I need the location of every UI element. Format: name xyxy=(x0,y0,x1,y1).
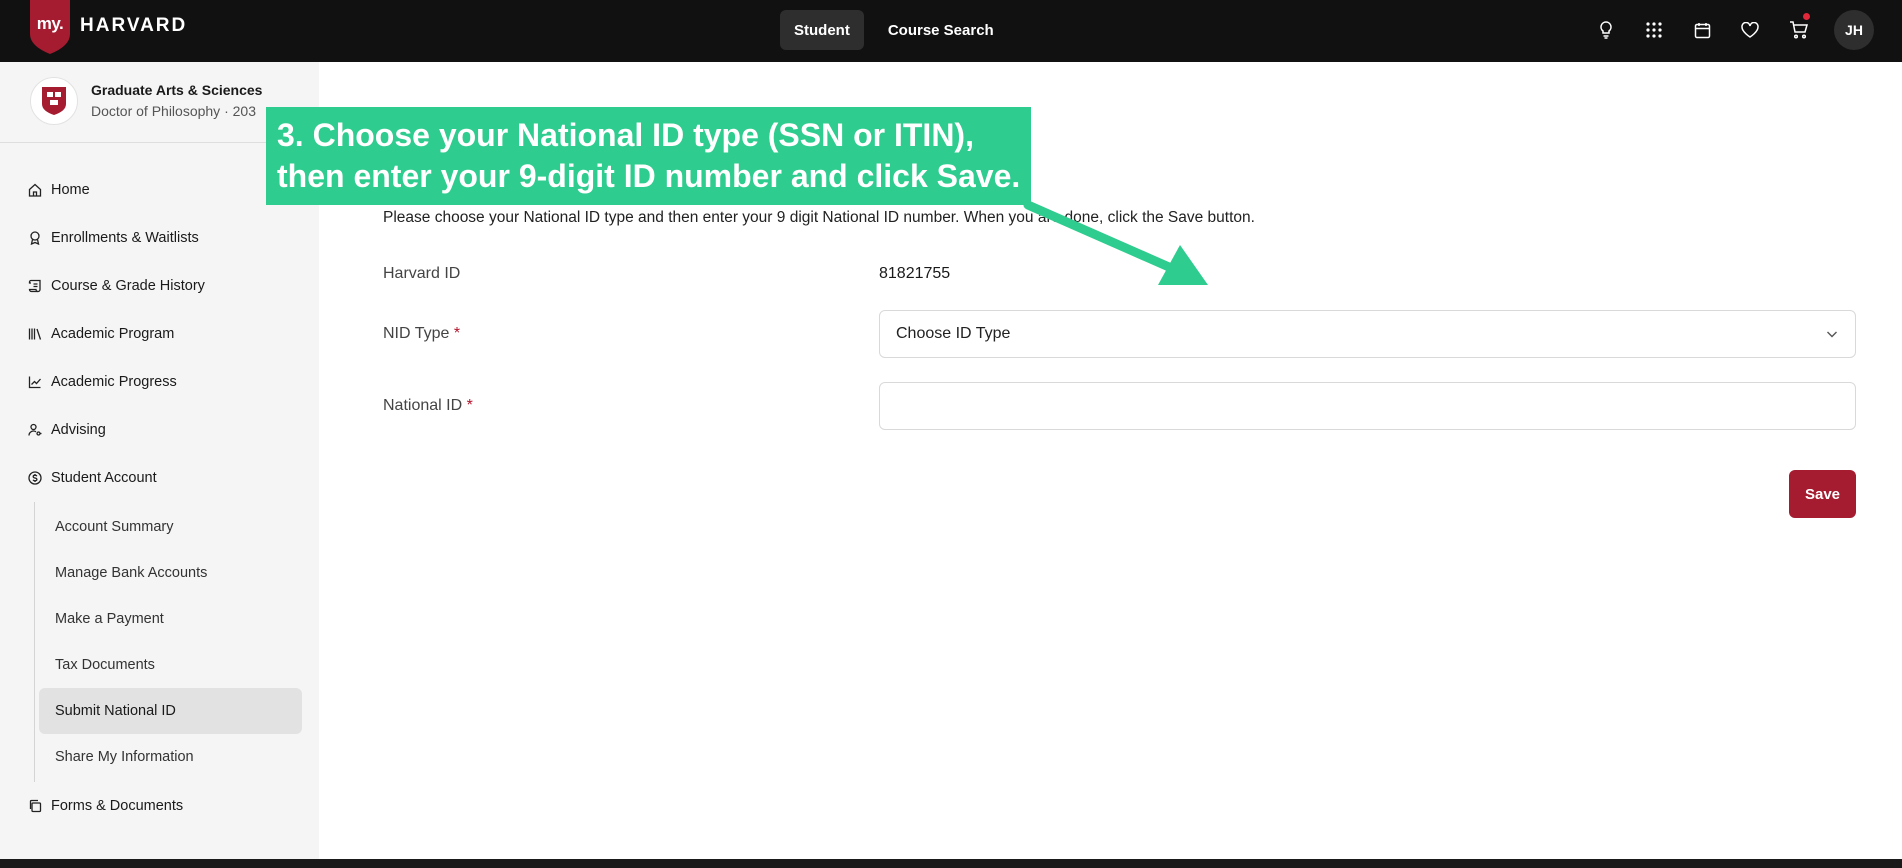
dollar-circle-icon xyxy=(28,471,42,485)
sidebar-item-tax-documents[interactable]: Tax Documents xyxy=(39,642,302,688)
sidebar-item-label: Academic Program xyxy=(51,326,175,342)
sidebar-item-submit-national-id[interactable]: Submit National ID xyxy=(39,688,302,734)
save-button[interactable]: Save xyxy=(1789,470,1856,518)
harvard-id-value: 81821755 xyxy=(879,265,951,282)
apps-grid-icon[interactable] xyxy=(1638,10,1670,50)
tutorial-callout: 3. Choose your National ID type (SSN or … xyxy=(266,107,1031,205)
chevron-down-icon xyxy=(1825,327,1839,346)
sidebar-item-account-summary[interactable]: Account Summary xyxy=(39,504,302,550)
sidebar-item-label: Advising xyxy=(51,422,106,438)
line-chart-icon xyxy=(28,375,42,389)
tab-course-search[interactable]: Course Search xyxy=(874,10,1008,50)
sidebar-item-label: Course & Grade History xyxy=(51,278,205,294)
required-asterisk: * xyxy=(453,325,461,342)
home-icon xyxy=(28,183,42,197)
required-asterisk: * xyxy=(466,397,473,414)
scroll-icon xyxy=(28,279,42,293)
nid-type-label: NID Type * xyxy=(383,325,460,343)
sidebar-item-academic-program[interactable]: Academic Program xyxy=(0,310,319,358)
program-school: Graduate Arts & Sciences xyxy=(91,82,263,98)
sidebar-nav: Home Enrollments & Waitlists Course & Gr… xyxy=(0,166,319,830)
callout-line-1: 3. Choose your National ID type (SSN or … xyxy=(277,117,974,153)
top-nav-bar: my. HARVARD Student Course Search JH xyxy=(0,0,1902,62)
cart-icon[interactable] xyxy=(1782,10,1814,50)
header-actions: JH xyxy=(1590,10,1874,50)
instructions-text: Please choose your National ID type and … xyxy=(383,209,1255,226)
harvard-shield-icon: my. xyxy=(30,0,70,54)
my-harvard-logo[interactable]: my. HARVARD xyxy=(30,0,187,54)
logo-wordmark: HARVARD xyxy=(80,15,188,36)
sidebar-item-label: Enrollments & Waitlists xyxy=(51,230,199,246)
sidebar-item-enrollments[interactable]: Enrollments & Waitlists xyxy=(0,214,319,262)
books-icon xyxy=(28,327,42,341)
logo-prefix: my. xyxy=(36,14,64,33)
sidebar-item-label: Academic Progress xyxy=(51,374,177,390)
copy-icon xyxy=(28,799,42,813)
callout-line-2: then enter your 9-digit ID number and cl… xyxy=(277,158,1021,194)
sidebar-item-academic-progress[interactable]: Academic Progress xyxy=(0,358,319,406)
gsas-shield-icon xyxy=(30,77,78,125)
sidebar-item-make-a-payment[interactable]: Make a Payment xyxy=(39,596,302,642)
national-id-label: National ID * xyxy=(383,397,473,415)
national-id-input[interactable] xyxy=(879,382,1856,430)
heart-icon[interactable] xyxy=(1734,10,1766,50)
top-tabs: Student Course Search xyxy=(780,10,1008,50)
sidebar-item-student-account[interactable]: Student Account xyxy=(0,454,319,502)
nid-type-select[interactable]: Choose ID Type xyxy=(879,310,1856,358)
sidebar-item-share-my-information[interactable]: Share My Information xyxy=(39,734,302,780)
cart-notification-dot xyxy=(1803,13,1810,20)
sidebar-item-label: Home xyxy=(51,182,90,198)
sidebar-item-label: Forms & Documents xyxy=(51,798,184,814)
sidebar-item-manage-bank-accounts[interactable]: Manage Bank Accounts xyxy=(39,550,302,596)
avatar[interactable]: JH xyxy=(1834,10,1874,50)
bottom-strip xyxy=(0,859,1902,868)
nid-type-label-text: NID Type xyxy=(383,325,450,342)
award-icon xyxy=(28,231,42,245)
user-key-icon xyxy=(28,423,42,437)
student-account-subnav: Account Summary Manage Bank Accounts Mak… xyxy=(34,502,319,782)
nid-type-selected-value: Choose ID Type xyxy=(896,325,1011,342)
tab-student[interactable]: Student xyxy=(780,10,864,50)
sidebar-item-course-grade-history[interactable]: Course & Grade History xyxy=(0,262,319,310)
harvard-id-label: Harvard ID xyxy=(383,265,461,282)
sidebar-item-forms-documents[interactable]: Forms & Documents xyxy=(0,782,319,830)
calendar-icon[interactable] xyxy=(1686,10,1718,50)
national-id-label-text: National ID xyxy=(383,397,463,414)
sidebar-item-advising[interactable]: Advising xyxy=(0,406,319,454)
sidebar-item-label: Student Account xyxy=(51,470,157,486)
lightbulb-icon[interactable] xyxy=(1590,10,1622,50)
